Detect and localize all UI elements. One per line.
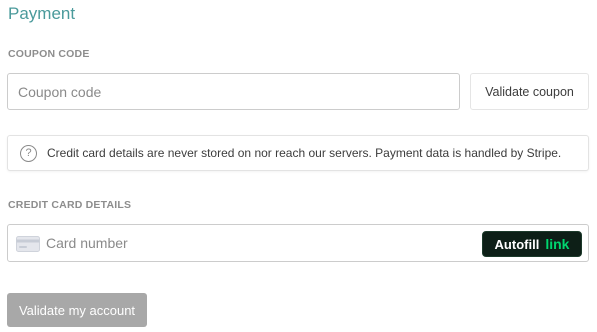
page-title: Payment <box>8 4 76 23</box>
question-circle-icon: ? <box>20 144 37 162</box>
coupon-code-label: COUPON CODE <box>8 48 90 60</box>
validate-coupon-button[interactable]: Validate coupon <box>470 73 589 110</box>
stripe-notice-text: Credit card details are never stored on … <box>47 146 562 160</box>
card-number-input[interactable] <box>46 225 466 261</box>
credit-card-icon <box>16 236 40 252</box>
coupon-code-input[interactable] <box>7 73 460 110</box>
validate-account-button[interactable]: Validate my account <box>7 293 147 327</box>
card-number-field[interactable]: Autofill link <box>7 224 589 262</box>
stripe-notice: ? Credit card details are never stored o… <box>7 135 589 171</box>
autofill-link-button[interactable]: Autofill link <box>482 231 582 257</box>
autofill-label: Autofill <box>494 236 540 252</box>
credit-card-details-label: CREDIT CARD DETAILS <box>8 199 132 211</box>
payment-form: Payment COUPON CODE Validate coupon ? Cr… <box>0 0 597 332</box>
link-brand-label: link <box>545 236 570 252</box>
